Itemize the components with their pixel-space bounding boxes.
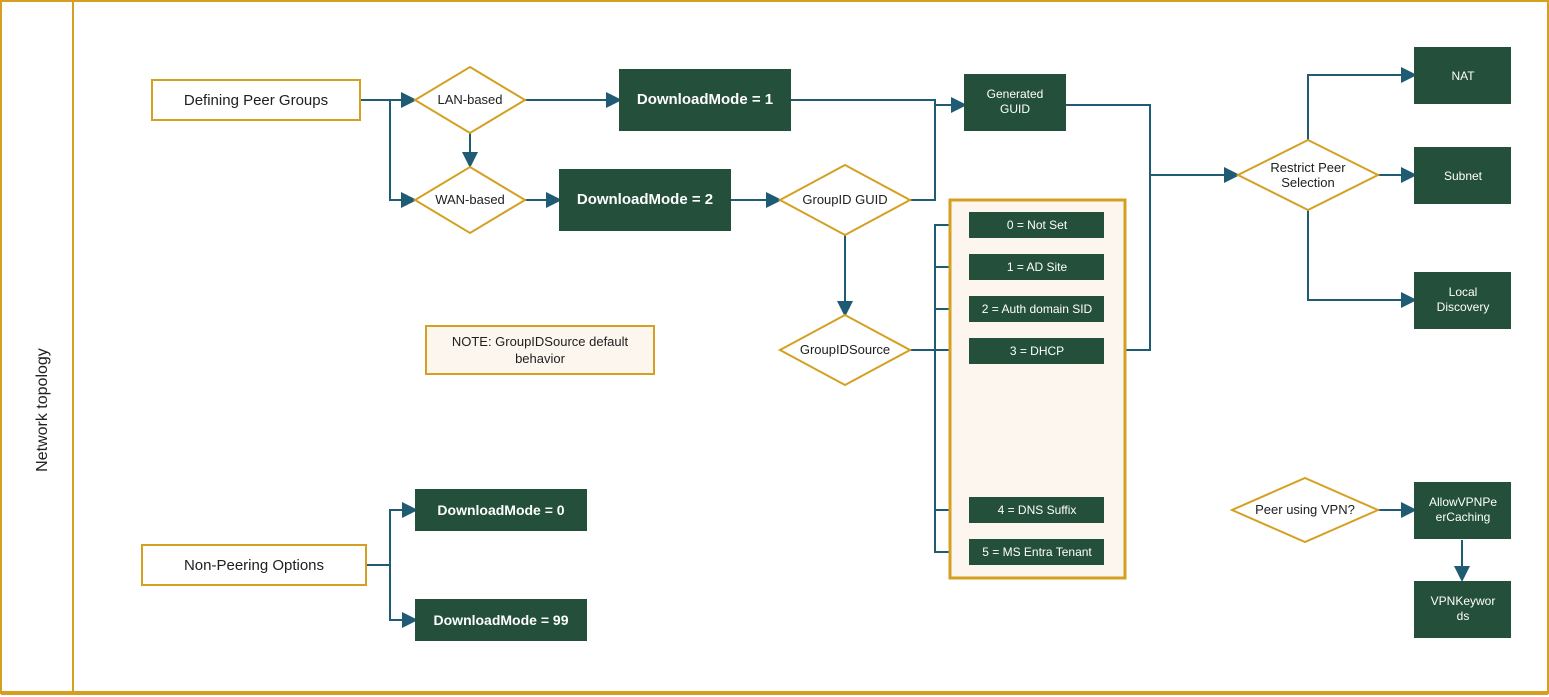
- label-wan-based: WAN-based: [435, 192, 505, 207]
- label-groupid-guid: GroupID GUID: [802, 192, 887, 207]
- label-dm1: DownloadMode = 1: [637, 91, 773, 108]
- label-local-2: Discovery: [1437, 300, 1490, 314]
- conn-nonpeer-dm0: [366, 510, 416, 565]
- label-restrict-2: Selection: [1281, 175, 1334, 190]
- label-opt1: 1 = AD Site: [1007, 260, 1068, 274]
- label-vpn-kw-2: ds: [1457, 609, 1470, 623]
- label-dm99: DownloadMode = 99: [434, 612, 569, 628]
- label-generated-guid-1: Generated: [987, 87, 1044, 101]
- label-allow-vpn-1: AllowVPNPe: [1429, 495, 1497, 509]
- label-restrict-1: Restrict Peer: [1270, 160, 1346, 175]
- label-opt5: 5 = MS Entra Tenant: [982, 545, 1092, 559]
- conn-generated-bus: [1065, 105, 1150, 175]
- conn-dm1-bus: [790, 100, 935, 105]
- conn-groupid-generated: [910, 105, 965, 200]
- side-title: Network topology: [34, 348, 51, 472]
- label-generated-guid-2: GUID: [1000, 102, 1030, 116]
- label-opt0: 0 = Not Set: [1007, 218, 1068, 232]
- conn-restrict-local: [1308, 210, 1415, 300]
- conn-defining-wan: [390, 100, 415, 200]
- label-subnet: Subnet: [1444, 169, 1483, 183]
- label-note-2: behavior: [515, 351, 566, 366]
- label-lan-based: LAN-based: [437, 92, 502, 107]
- conn-restrict-nat: [1308, 75, 1415, 140]
- diagram-canvas: Network topology: [0, 0, 1549, 697]
- label-nat: NAT: [1451, 69, 1475, 83]
- label-defining-peer-groups: Defining Peer Groups: [184, 92, 328, 109]
- label-groupidsource: GroupIDSource: [800, 342, 890, 357]
- label-opt2: 2 = Auth domain SID: [982, 302, 1093, 316]
- label-allow-vpn-2: erCaching: [1436, 510, 1491, 524]
- label-vpn-kw-1: VPNKeywor: [1431, 594, 1496, 608]
- label-dm2: DownloadMode = 2: [577, 191, 713, 208]
- label-dm0: DownloadMode = 0: [437, 502, 564, 518]
- label-local-1: Local: [1449, 285, 1478, 299]
- label-opt3: 3 = DHCP: [1010, 344, 1064, 358]
- label-peer-vpn: Peer using VPN?: [1255, 502, 1355, 517]
- label-note-1: NOTE: GroupIDSource default: [452, 334, 629, 349]
- label-opt4: 4 = DNS Suffix: [998, 503, 1077, 517]
- conn-bus-restrict: [1118, 175, 1238, 350]
- label-non-peering: Non-Peering Options: [184, 557, 324, 574]
- conn-nonpeer-dm99: [390, 565, 416, 620]
